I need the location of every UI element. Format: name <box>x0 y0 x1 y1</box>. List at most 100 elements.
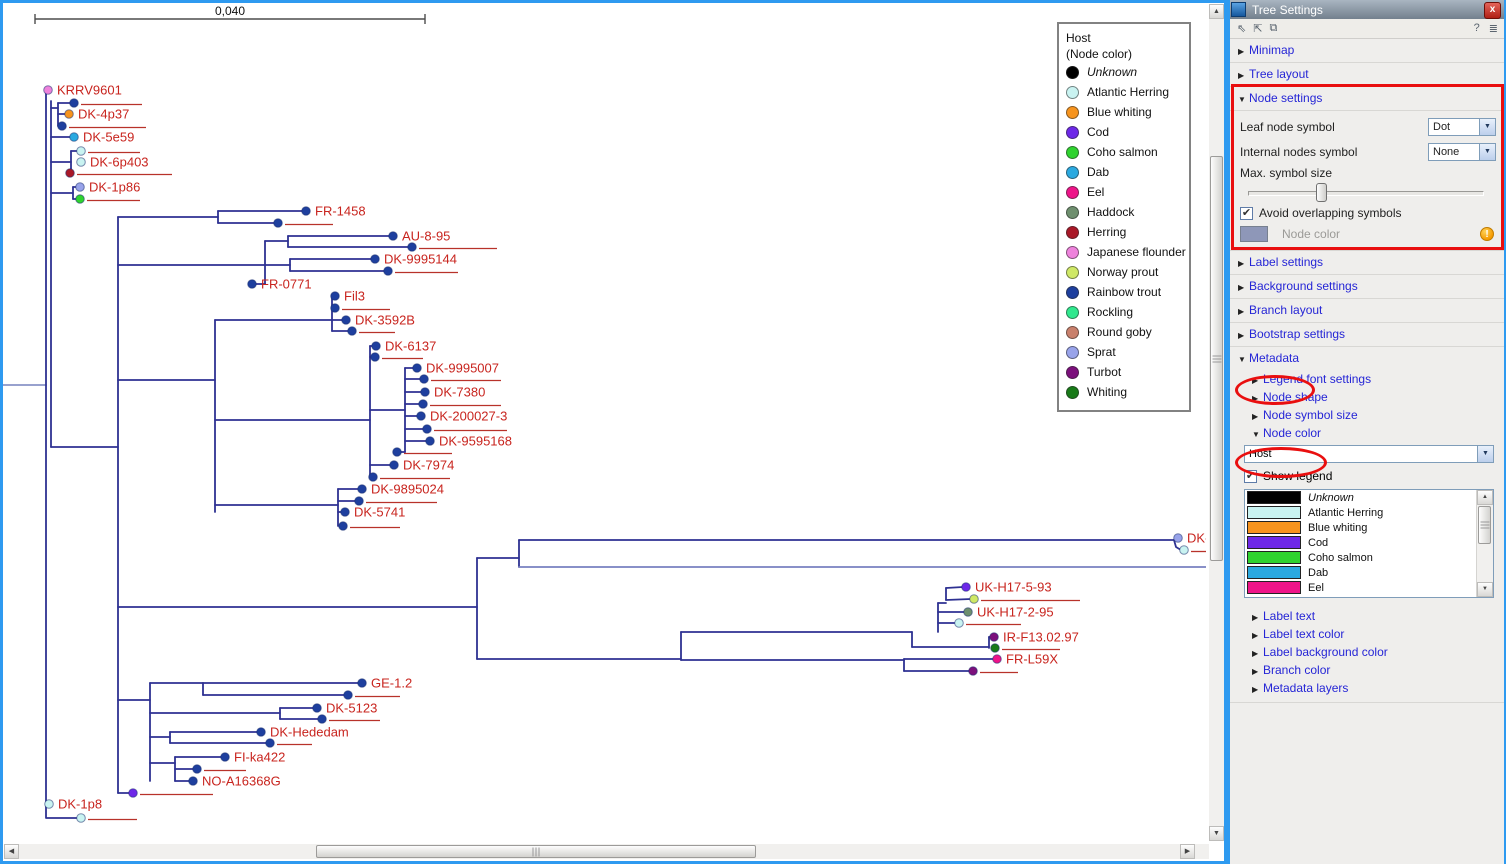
leaf-label[interactable]: AU-8-95 <box>402 229 450 244</box>
host-color-swatch[interactable] <box>1247 551 1301 564</box>
leaf-node-dot[interactable] <box>371 255 380 264</box>
host-list-item[interactable]: Dab <box>1245 565 1493 580</box>
help-icon[interactable]: ? <box>1474 22 1480 35</box>
leaf-label[interactable]: DK-1p86 <box>89 180 140 195</box>
leaf-node-dot[interactable] <box>76 195 85 204</box>
subsection-legend-font-settings[interactable]: ▶Legend font settings <box>1230 370 1504 388</box>
metadata-category-dropdown[interactable]: Host ▼ <box>1244 445 1494 463</box>
leaf-node-dot[interactable] <box>358 485 367 494</box>
leaf-node-dot[interactable] <box>44 86 53 95</box>
scroll-down-button[interactable]: ▼ <box>1209 826 1224 841</box>
leaf-node-dot[interactable] <box>970 595 979 604</box>
leaf-node-dot[interactable] <box>344 691 353 700</box>
scroll-left-button[interactable]: ◀ <box>4 844 19 859</box>
subsection-label-background-color[interactable]: ▶Label background color <box>1230 643 1504 661</box>
preset-menu-icon[interactable]: ≣ <box>1489 22 1498 35</box>
host-list-item[interactable]: Unknown <box>1245 490 1493 505</box>
leaf-node-dot[interactable] <box>964 608 973 617</box>
leaf-node-dot[interactable] <box>342 316 351 325</box>
host-color-list[interactable]: UnknownAtlantic HerringBlue whitingCodCo… <box>1244 489 1494 598</box>
leaf-node-dot[interactable] <box>248 280 257 289</box>
leaf-label[interactable]: DK-5123 <box>326 701 377 716</box>
leaf-node-dot[interactable] <box>318 715 327 724</box>
leaf-label[interactable]: DK-9995144 <box>384 252 457 267</box>
leaf-node-dot[interactable] <box>955 619 964 628</box>
section-tree-layout[interactable]: ▶Tree layout <box>1230 63 1504 87</box>
leaf-label[interactable]: Fil3 <box>344 289 365 304</box>
section-branch-layout[interactable]: ▶Branch layout <box>1230 299 1504 323</box>
slider-thumb[interactable] <box>1316 183 1327 202</box>
leaf-node-dot[interactable] <box>969 667 978 676</box>
host-color-swatch[interactable] <box>1247 581 1301 594</box>
close-icon[interactable]: x <box>1484 2 1501 19</box>
leaf-node-dot[interactable] <box>419 400 428 409</box>
leaf-node-dot[interactable] <box>313 704 322 713</box>
leaf-label[interactable]: UK-H17-2-95 <box>977 605 1054 620</box>
host-list-scrollbar[interactable]: ▲ ▼ <box>1476 490 1493 597</box>
leaf-node-symbol-dropdown[interactable]: Dot ▼ <box>1428 118 1496 136</box>
host-color-swatch[interactable] <box>1247 506 1301 519</box>
leaf-label[interactable]: DK-9895024 <box>371 482 444 497</box>
leaf-label[interactable]: DK-1p8 <box>58 797 102 812</box>
leaf-label[interactable]: DK-6137 <box>385 339 436 354</box>
leaf-label[interactable]: KRRV9601 <box>57 83 122 98</box>
leaf-node-dot[interactable] <box>417 412 426 421</box>
leaf-node-dot[interactable] <box>257 728 266 737</box>
phylogenetic-tree-canvas[interactable]: 0,040KRRV9601DK-4p37DK-5e59DK-6p403DK-1p… <box>3 3 1206 838</box>
leaf-label[interactable]: DK-3592B <box>355 313 415 328</box>
leaf-node-dot[interactable] <box>331 304 340 313</box>
subsection-node-color[interactable]: ▼Node color <box>1230 424 1504 442</box>
leaf-label[interactable]: DK-6p403 <box>90 155 149 170</box>
leaf-node-dot[interactable] <box>77 814 86 823</box>
leaf-node-dot[interactable] <box>129 789 138 798</box>
leaf-node-dot[interactable] <box>76 183 85 192</box>
subsection-branch-color[interactable]: ▶Branch color <box>1230 661 1504 679</box>
leaf-label[interactable]: FR-L59X <box>1006 652 1058 667</box>
show-legend-checkbox[interactable]: ✔ <box>1244 470 1257 483</box>
leaf-node-dot[interactable] <box>384 267 393 276</box>
leaf-node-dot[interactable] <box>348 327 357 336</box>
tree-vertical-scrollbar[interactable]: ▲ ▼ <box>1209 4 1224 841</box>
leaf-node-dot[interactable] <box>962 583 971 592</box>
leaf-label[interactable]: IR-F13.02.97 <box>1003 630 1079 645</box>
leaf-node-dot[interactable] <box>45 800 54 809</box>
leaf-label[interactable]: DK-1 <box>1187 531 1206 546</box>
subsection-label-text-color[interactable]: ▶Label text color <box>1230 625 1504 643</box>
leaf-label[interactable]: NO-A16368G <box>202 774 281 789</box>
leaf-node-dot[interactable] <box>189 777 198 786</box>
avoid-overlapping-checkbox[interactable]: ✔ <box>1240 207 1253 220</box>
host-color-swatch[interactable] <box>1247 566 1301 579</box>
leaf-node-dot[interactable] <box>77 158 86 167</box>
host-list-item[interactable]: Atlantic Herring <box>1245 505 1493 520</box>
cursor-icon[interactable]: ⇖ <box>1237 22 1246 35</box>
leaf-node-dot[interactable] <box>70 99 79 108</box>
leaf-node-dot[interactable] <box>389 232 398 241</box>
leaf-label[interactable]: DK-5741 <box>354 505 405 520</box>
host-color-swatch[interactable] <box>1247 521 1301 534</box>
leaf-label[interactable]: DK-7974 <box>403 458 454 473</box>
section-bootstrap-settings[interactable]: ▶Bootstrap settings <box>1230 323 1504 347</box>
leaf-node-dot[interactable] <box>390 461 399 470</box>
leaf-node-dot[interactable] <box>358 679 367 688</box>
leaf-node-dot[interactable] <box>1174 534 1183 543</box>
leaf-node-dot[interactable] <box>421 388 430 397</box>
leaf-label[interactable]: DK-9595168 <box>439 434 512 449</box>
section-minimap[interactable]: ▶Minimap <box>1230 39 1504 63</box>
leaf-node-dot[interactable] <box>393 448 402 457</box>
leaf-node-dot[interactable] <box>66 169 75 178</box>
section-label-settings[interactable]: ▶Label settings <box>1230 251 1504 275</box>
leaf-node-dot[interactable] <box>408 243 417 252</box>
max-symbol-size-slider[interactable] <box>1240 182 1496 202</box>
leaf-node-dot[interactable] <box>58 122 67 131</box>
leaf-node-dot[interactable] <box>993 655 1002 664</box>
leaf-node-dot[interactable] <box>65 110 74 119</box>
host-list-item[interactable]: Eel <box>1245 580 1493 595</box>
scroll-right-button[interactable]: ▶ <box>1180 844 1195 859</box>
subsection-node-shape[interactable]: ▶Node shape <box>1230 388 1504 406</box>
section-node-settings[interactable]: ▼Node settings <box>1230 87 1504 111</box>
leaf-node-dot[interactable] <box>420 375 429 384</box>
leaf-node-dot[interactable] <box>266 739 275 748</box>
leaf-node-dot[interactable] <box>991 644 1000 653</box>
leaf-label[interactable]: GE-1.2 <box>371 676 412 691</box>
dock-view-icon[interactable]: ⧉ <box>1269 22 1277 35</box>
